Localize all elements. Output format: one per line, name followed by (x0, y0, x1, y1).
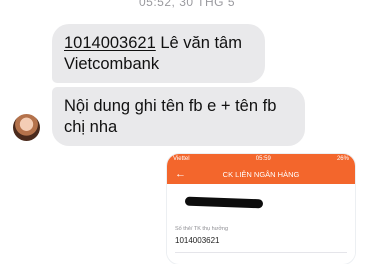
field-divider (175, 252, 347, 253)
image-attachment[interactable]: Viettel 05:59 26% ← CK LIÊN NGÂN HÀNG Số… (167, 154, 355, 264)
avatar[interactable] (13, 114, 40, 141)
clock-label: 05:59 (255, 156, 271, 162)
message-text: Nội dung ghi tên fb e + tên fb chị nha (64, 97, 277, 136)
beneficiary-account-label: Số thẻ/ TK thụ hưởng (175, 226, 229, 232)
message-bubble[interactable]: 1014003621 Lê văn tâm Vietcombank (52, 24, 265, 83)
phone-screen-title: CK LIÊN NGÂN HÀNG (222, 170, 300, 179)
phone-form: Số thẻ/ TK thụ hưởng 1014003621 (167, 184, 355, 259)
phone-status-bar: Viettel 05:59 26% (167, 154, 355, 165)
message-timestamp: 05:52, 30 THG 5 (139, 0, 235, 9)
battery-label: 26% (336, 156, 349, 162)
redaction-mark (184, 196, 264, 209)
message-bubble[interactable]: Nội dung ghi tên fb e + tên fb chị nha (52, 87, 305, 146)
phone-app-header: ← CK LIÊN NGÂN HÀNG (167, 165, 355, 184)
account-number-link[interactable]: 1014003621 (64, 34, 156, 52)
carrier-label: Viettel (173, 156, 190, 162)
arrow-left-icon: ← (175, 168, 186, 180)
beneficiary-account-value: 1014003621 (175, 236, 220, 245)
